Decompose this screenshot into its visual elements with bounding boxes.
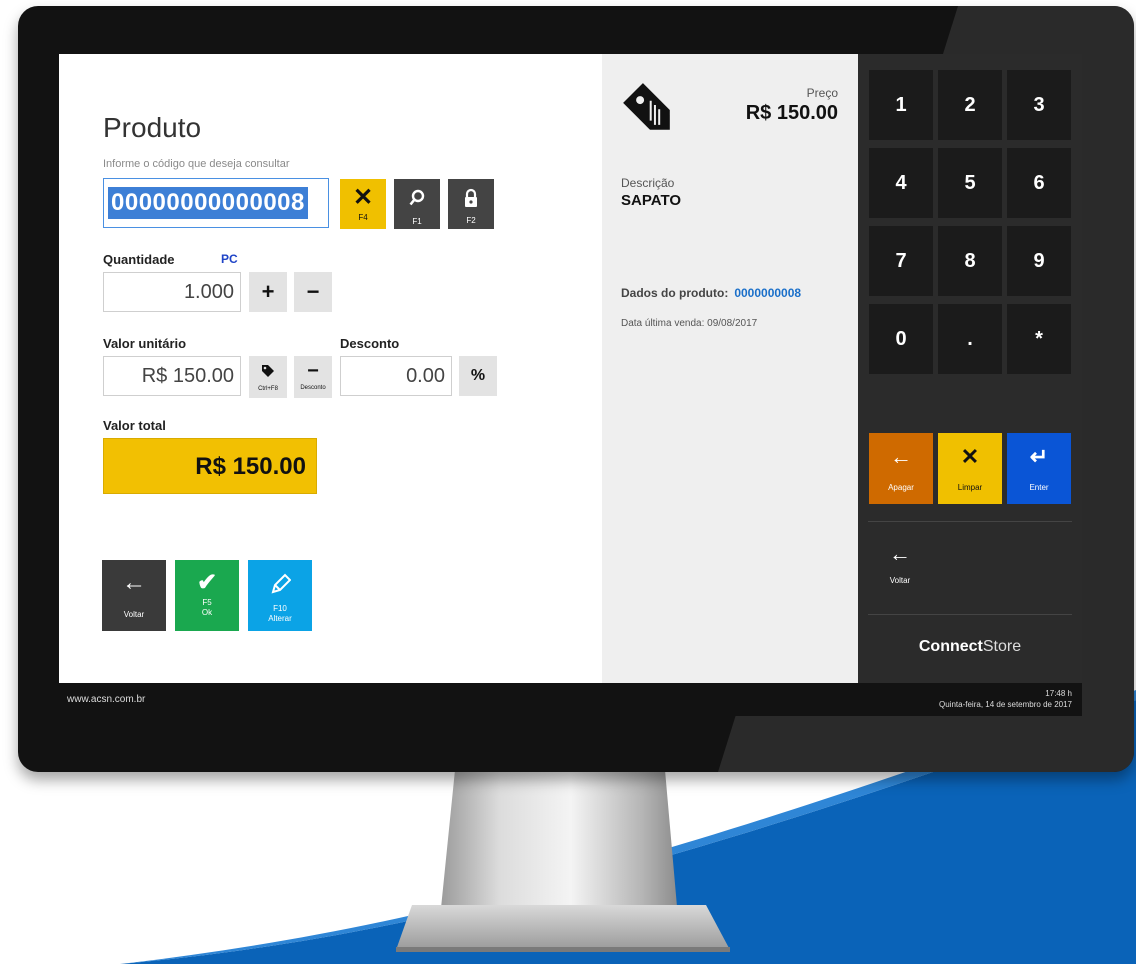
close-icon: ✕	[960, 444, 980, 469]
enter-label: Enter	[1029, 483, 1049, 492]
price-tag-icon	[623, 83, 670, 130]
tag-icon	[249, 358, 287, 385]
product-data-value[interactable]: 0000000008	[734, 286, 801, 300]
ok-key-label: F5	[202, 598, 212, 607]
product-info-panel: Preço R$ 150.00 Descrição SAPATO Dados d…	[602, 54, 858, 683]
enter-button[interactable]: ↵ Enter	[1007, 433, 1071, 504]
key-7[interactable]: 7	[869, 226, 933, 296]
key-1[interactable]: 1	[869, 70, 933, 140]
description-label: Descrição	[621, 176, 675, 190]
product-data-label: Dados do produto:	[621, 286, 729, 300]
clock: 17:48 h Quinta-feira, 14 de setembro de …	[939, 688, 1072, 710]
back-button[interactable]: ← Voltar	[102, 560, 166, 631]
code-hint: Informe o código que deseja consultar	[103, 158, 290, 170]
status-bar: www.acsn.com.br 17:48 h Quinta-feira, 14…	[59, 683, 1082, 716]
brand-bold: Connect	[918, 638, 983, 655]
discount-input[interactable]: 0.00	[340, 356, 452, 396]
key-dot[interactable]: .	[938, 304, 1002, 374]
back-right-label: Voltar	[889, 576, 911, 585]
discount-key-label: Desconto	[300, 385, 326, 391]
clear-label: Limpar	[957, 483, 983, 492]
lock-button[interactable]: F2	[448, 179, 494, 229]
key-3[interactable]: 3	[1007, 70, 1071, 140]
back-label: Voltar	[123, 610, 145, 619]
clear-code-button[interactable]: ✕ F4	[340, 179, 386, 229]
clear-key-label: F4	[358, 213, 368, 222]
website-link[interactable]: www.acsn.com.br	[67, 694, 145, 705]
discount-label: Desconto	[340, 336, 400, 351]
edit-key-label: F10	[273, 604, 287, 613]
quantity-input[interactable]: 1.000	[103, 272, 241, 312]
arrow-left-icon: ←	[122, 569, 146, 596]
enter-icon: ↵	[1029, 444, 1049, 469]
clock-date: Quinta-feira, 14 de setembro de 2017	[939, 700, 1072, 709]
percent-button[interactable]: %	[459, 356, 497, 396]
lock-icon	[448, 183, 494, 216]
quantity-label: Quantidade	[103, 252, 175, 267]
checkmark-icon: ✔	[196, 569, 218, 596]
divider	[868, 521, 1072, 522]
minus-icon: −	[307, 360, 319, 382]
pencil-icon	[248, 568, 312, 604]
backspace-label: Apagar	[888, 483, 914, 492]
product-code-input[interactable]: 00000000000008	[103, 178, 329, 228]
brand-logo: ConnectStore	[858, 638, 1082, 656]
lock-key-label: F2	[466, 216, 476, 225]
decrease-quantity-button[interactable]: −	[294, 272, 332, 312]
price-value: R$ 150.00	[745, 102, 838, 124]
key-4[interactable]: 4	[869, 148, 933, 218]
unit-value-input[interactable]: R$ 150.00	[103, 356, 241, 396]
close-icon: ✕	[352, 184, 374, 211]
edit-label: Alterar	[268, 614, 292, 623]
quantity-unit: PC	[221, 252, 238, 266]
key-8[interactable]: 8	[938, 226, 1002, 296]
search-button[interactable]: F1	[394, 179, 440, 229]
keypad-panel: 1 2 3 4 5 6 7 8 9 0 . * ← Apagar ✕ Limpa…	[858, 54, 1082, 683]
key-6[interactable]: 6	[1007, 148, 1071, 218]
divider	[868, 614, 1072, 615]
total-label: Valor total	[103, 418, 166, 433]
backspace-button[interactable]: ← Apagar	[869, 433, 933, 504]
brand-light: Store	[982, 638, 1022, 655]
search-key-label: F1	[412, 217, 422, 226]
product-code-value: 00000000000008	[108, 187, 308, 219]
key-0[interactable]: 0	[869, 304, 933, 374]
discount-button[interactable]: − Desconto	[294, 356, 332, 398]
product-data: Dados do produto: 0000000008	[621, 286, 801, 300]
arrow-left-icon: ←	[889, 541, 911, 566]
search-icon	[394, 183, 440, 217]
key-5[interactable]: 5	[938, 148, 1002, 218]
price-tag-button[interactable]: Ctrl+F8	[249, 356, 287, 398]
ok-button[interactable]: ✔ F5 Ok	[175, 560, 239, 631]
edit-button[interactable]: F10 Alterar	[248, 560, 312, 631]
arrow-left-icon: ←	[890, 444, 912, 469]
clock-time: 17:48 h	[1045, 689, 1072, 698]
back-right-button[interactable]: ← Voltar	[880, 540, 920, 585]
key-asterisk[interactable]: *	[1007, 304, 1071, 374]
price-label: Preço	[806, 86, 838, 100]
key-2[interactable]: 2	[938, 70, 1002, 140]
tag-key-label: Ctrl+F8	[258, 386, 278, 392]
page-title: Produto	[103, 112, 202, 143]
increase-quantity-button[interactable]: +	[249, 272, 287, 312]
clear-button[interactable]: ✕ Limpar	[938, 433, 1002, 504]
ok-label: Ok	[201, 608, 213, 617]
description-value: SAPATO	[621, 192, 682, 209]
key-9[interactable]: 9	[1007, 226, 1071, 296]
unit-value-label: Valor unitário	[103, 336, 187, 351]
total-value: R$ 150.00	[103, 438, 317, 494]
product-form-panel: Produto Informe o código que deseja cons…	[59, 54, 602, 683]
pos-screen: Produto Informe o código que deseja cons…	[59, 54, 1082, 716]
last-sale-date: Data última venda: 09/08/2017	[621, 318, 758, 329]
